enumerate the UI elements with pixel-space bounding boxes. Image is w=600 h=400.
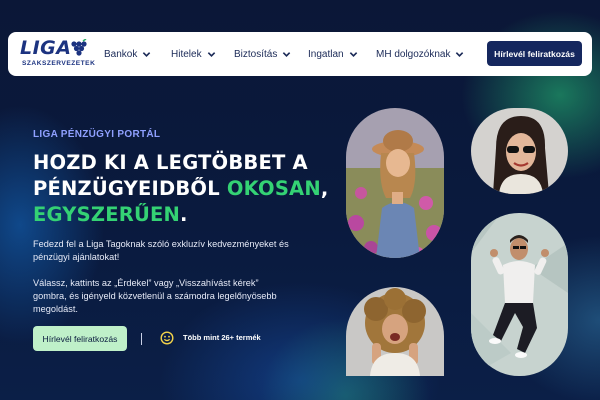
nav-bankok[interactable]: Bankok [104, 46, 151, 62]
headline-comma: , [320, 177, 329, 200]
chevron-down-icon [283, 51, 291, 57]
liga-logo[interactable]: LIGA SZAKSZERVEZETEK [20, 38, 96, 72]
hero-eyebrow: LIGA PÉNZÜGYI PORTÁL [33, 129, 161, 140]
logo-word: LIGA [20, 37, 72, 59]
smiley-icon [160, 331, 174, 345]
nav-hitelek[interactable]: Hitelek [171, 46, 216, 62]
headline-line-1: HOZD KI A LEGTÖBBET A [33, 151, 308, 174]
headline-period: . [180, 203, 188, 226]
photo-man-jumping [471, 213, 568, 376]
photo-woman-in-flower-field [346, 108, 444, 258]
nav-label: Hitelek [171, 48, 202, 60]
grapes-logo-icon [71, 39, 87, 56]
photo-woman-sunglasses [471, 108, 568, 194]
hero-paragraph-1: Fedezd fel a Liga Tagoknak szóló exkluzí… [33, 239, 289, 262]
hero-newsletter-button[interactable]: Hírlevél feliratkozás [33, 326, 127, 351]
chevron-down-icon [349, 51, 357, 57]
chevron-down-icon [207, 51, 215, 57]
newsletter-button[interactable]: Hírlevél feliratkozás [487, 41, 582, 66]
nav-biztositas[interactable]: Biztosítás [234, 46, 291, 62]
nav-mh-dolgozoknak[interactable]: MH dolgozóknak [376, 46, 464, 62]
hero-paragraph-2: Válassz, kattints az „Érdekel” vagy „Vis… [33, 278, 277, 314]
nav-label: Bankok [104, 48, 138, 60]
headline-highlight-egyszeruen: EGYSZERŰEN [33, 203, 181, 226]
product-count-text: Több mint 26+ termék [183, 333, 261, 342]
nav-ingatlan[interactable]: Ingatlan [308, 46, 358, 62]
logo-subtitle: SZAKSZERVEZETEK [22, 60, 96, 67]
headline-highlight-okosan: OKOSAN [226, 177, 321, 200]
nav-label: Ingatlan [308, 48, 344, 60]
cta-divider [141, 333, 142, 345]
chevron-down-icon [456, 51, 464, 57]
top-navbar: LIGA SZAKSZERVEZETEK Bankok Hitelek Bizt… [8, 32, 592, 76]
headline-line-2: PÉNZÜGYEIDBŐL [33, 177, 227, 200]
photo-curly-haired-woman [346, 287, 444, 376]
hero-headline: HOZD KI A LEGTÖBBET A PÉNZÜGYEIDBŐL OKOS… [33, 150, 333, 228]
nav-label: Biztosítás [234, 48, 278, 60]
chevron-down-icon [143, 51, 151, 57]
nav-label: MH dolgozóknak [376, 48, 451, 60]
